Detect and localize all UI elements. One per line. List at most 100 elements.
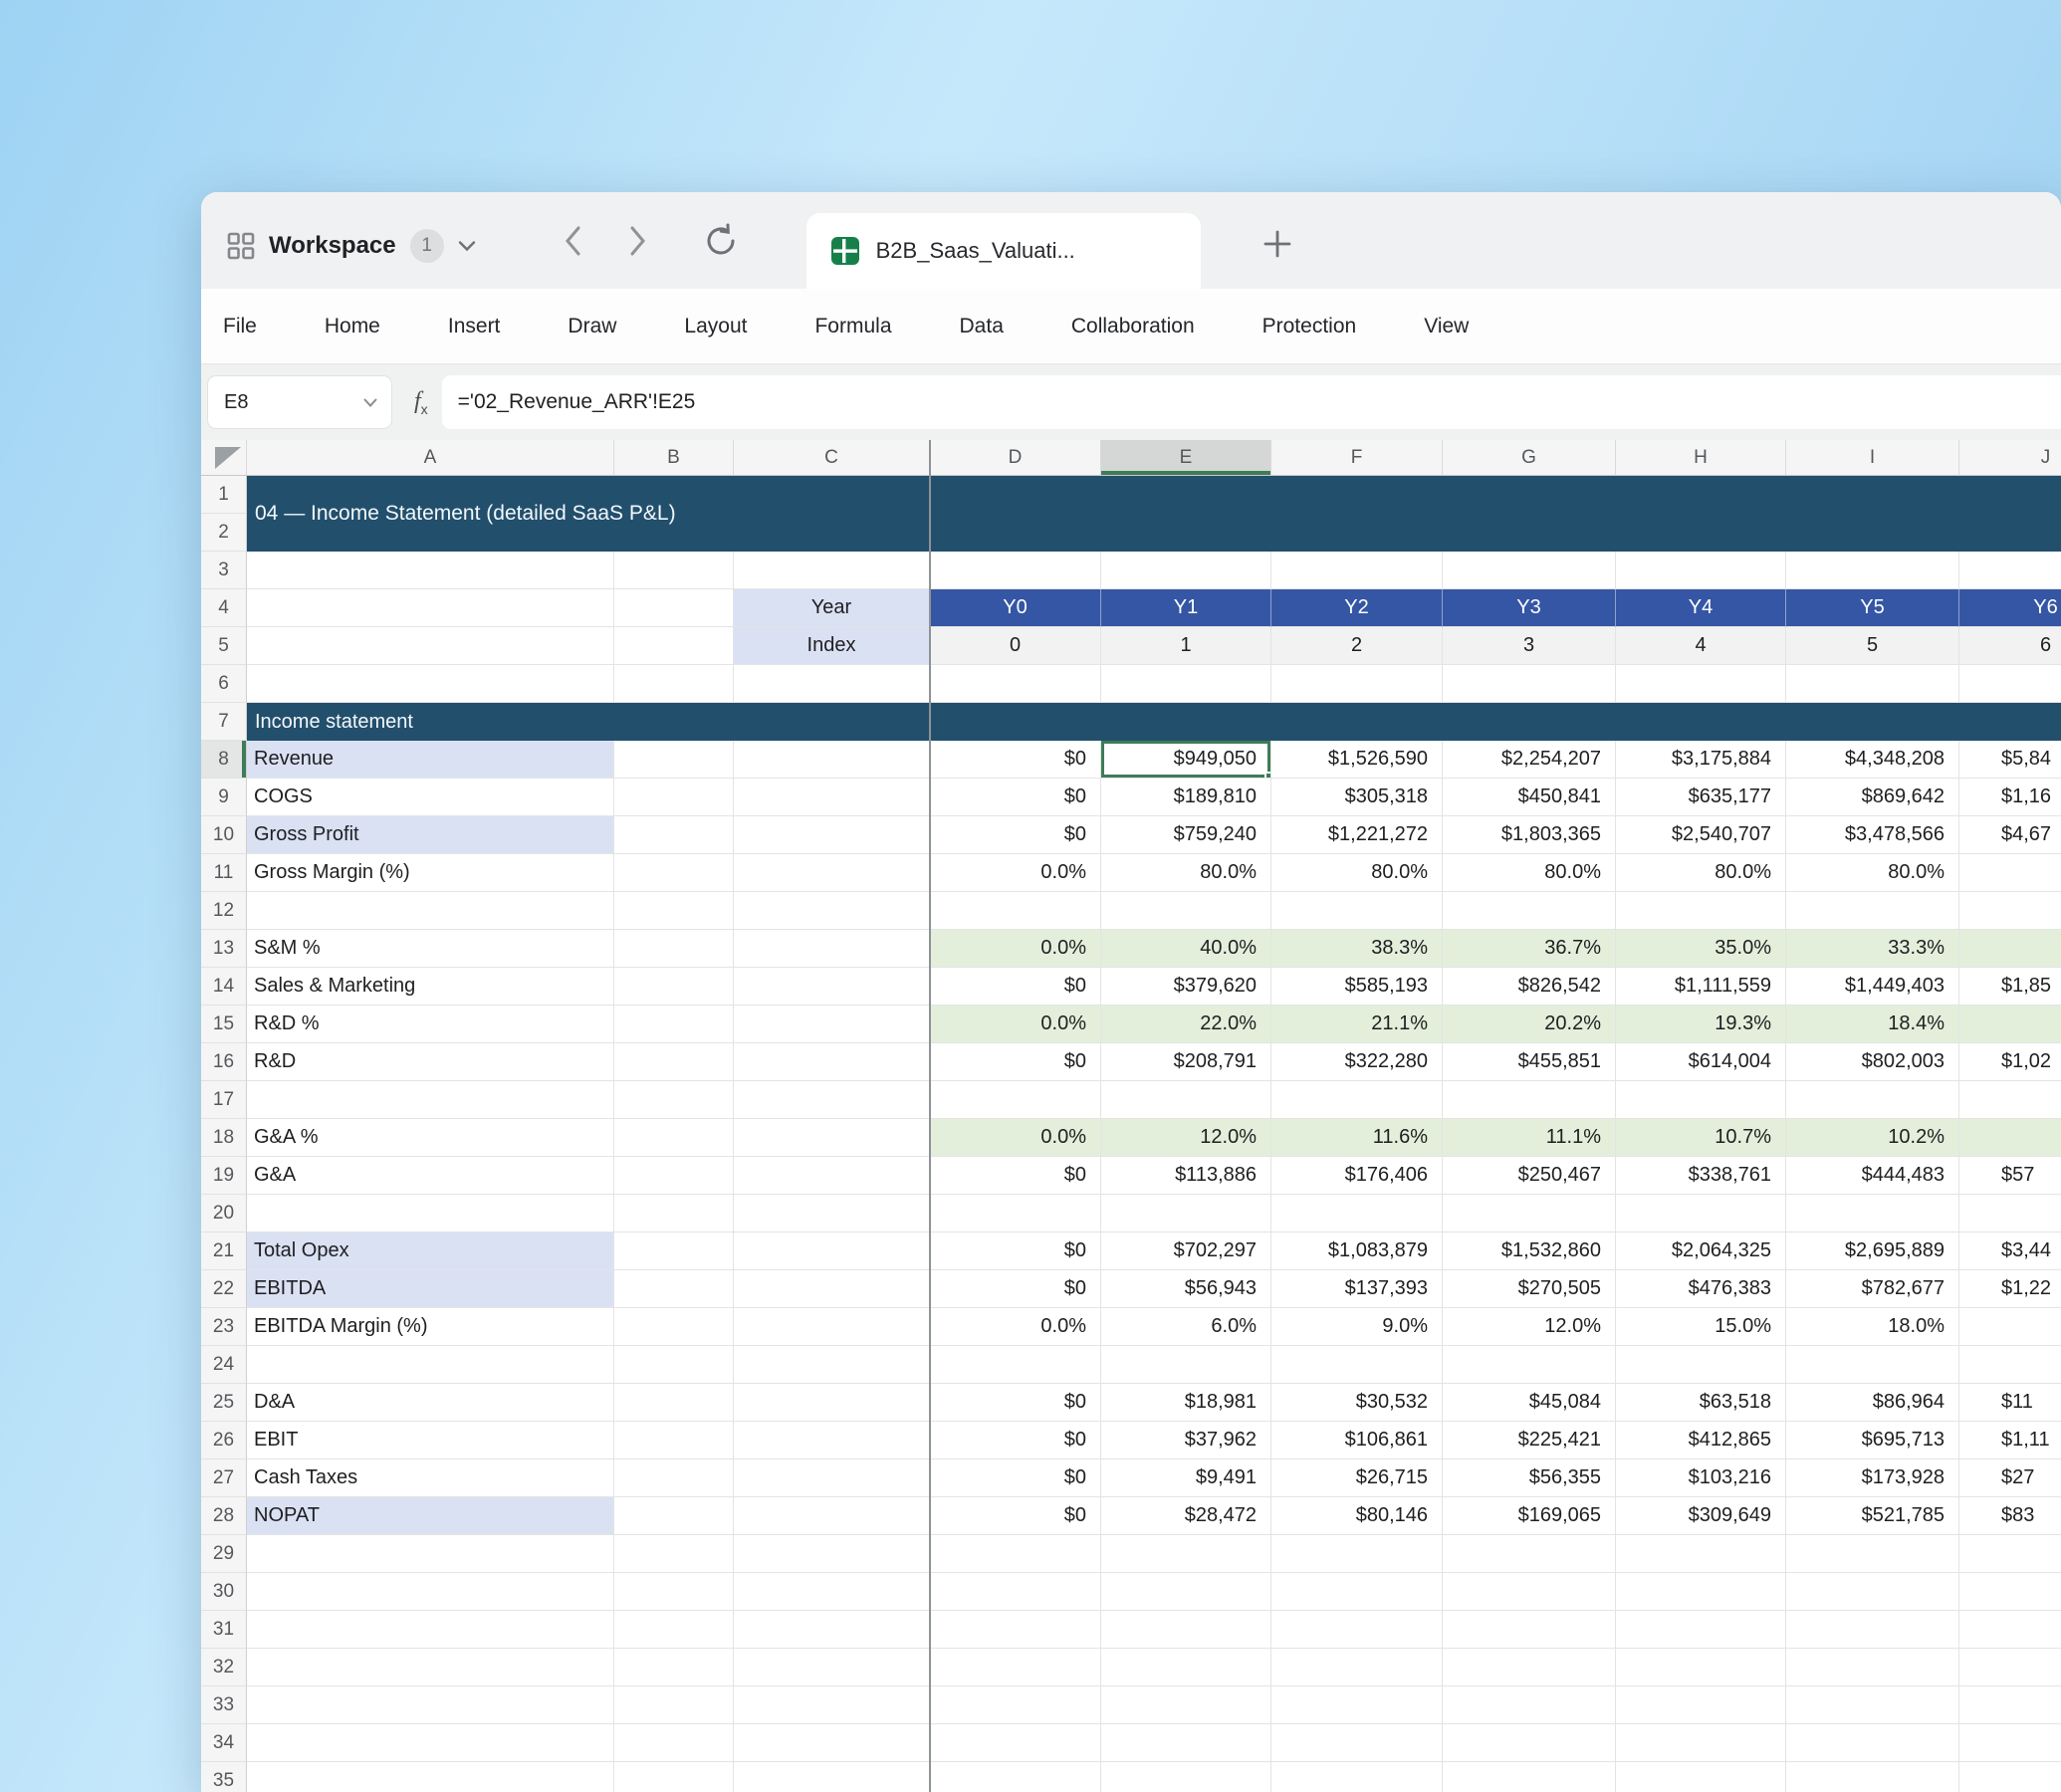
- cell-D23[interactable]: 0.0%: [930, 1308, 1101, 1346]
- cell-F29[interactable]: [1271, 1535, 1443, 1573]
- cell-F33[interactable]: [1271, 1686, 1443, 1724]
- row-header-15[interactable]: 15: [201, 1006, 247, 1043]
- cell-C34[interactable]: [734, 1724, 930, 1762]
- cell-J11[interactable]: [1959, 854, 2061, 892]
- cell-C16[interactable]: [734, 1043, 930, 1081]
- cell-F18[interactable]: 11.6%: [1271, 1119, 1443, 1157]
- cell-I21[interactable]: $2,695,889: [1786, 1232, 1959, 1270]
- cell-A24[interactable]: [247, 1346, 614, 1384]
- cell-C12[interactable]: [734, 892, 930, 930]
- cell-I18[interactable]: 10.2%: [1786, 1119, 1959, 1157]
- cell-E15[interactable]: 22.0%: [1101, 1006, 1271, 1043]
- cell-E27[interactable]: $9,491: [1101, 1459, 1271, 1497]
- row-header-28[interactable]: 28: [201, 1497, 247, 1535]
- cell-B10[interactable]: [614, 816, 734, 854]
- cell-H3[interactable]: [1616, 552, 1786, 589]
- column-header-C[interactable]: C: [734, 440, 930, 476]
- cell-G4[interactable]: Y3: [1443, 589, 1616, 627]
- cell-G24[interactable]: [1443, 1346, 1616, 1384]
- cell-A4[interactable]: [247, 589, 614, 627]
- cell-E17[interactable]: [1101, 1081, 1271, 1119]
- cell-H20[interactable]: [1616, 1195, 1786, 1232]
- cell-H9[interactable]: $635,177: [1616, 779, 1786, 816]
- cell-H23[interactable]: 15.0%: [1616, 1308, 1786, 1346]
- cell-J3[interactable]: [1959, 552, 2061, 589]
- cell-G6[interactable]: [1443, 665, 1616, 703]
- cell-A33[interactable]: [247, 1686, 614, 1724]
- cell-A22[interactable]: EBITDA: [247, 1270, 614, 1308]
- name-box[interactable]: E8: [207, 375, 392, 429]
- cell-G25[interactable]: $45,084: [1443, 1384, 1616, 1422]
- cell-E26[interactable]: $37,962: [1101, 1422, 1271, 1459]
- cell-I8[interactable]: $4,348,208: [1786, 741, 1959, 779]
- cell-D19[interactable]: $0: [930, 1157, 1101, 1195]
- row-header-10[interactable]: 10: [201, 816, 247, 854]
- cell-B20[interactable]: [614, 1195, 734, 1232]
- cell-D27[interactable]: $0: [930, 1459, 1101, 1497]
- cell-D35[interactable]: [930, 1762, 1101, 1792]
- cell-B16[interactable]: [614, 1043, 734, 1081]
- cell-J17[interactable]: [1959, 1081, 2061, 1119]
- cell-H11[interactable]: 80.0%: [1616, 854, 1786, 892]
- cell-D17[interactable]: [930, 1081, 1101, 1119]
- cell-G34[interactable]: [1443, 1724, 1616, 1762]
- cell-C32[interactable]: [734, 1649, 930, 1686]
- cell-A32[interactable]: [247, 1649, 614, 1686]
- cell-C21[interactable]: [734, 1232, 930, 1270]
- cell-H12[interactable]: [1616, 892, 1786, 930]
- cell-I27[interactable]: $173,928: [1786, 1459, 1959, 1497]
- cell-C24[interactable]: [734, 1346, 930, 1384]
- cell-B18[interactable]: [614, 1119, 734, 1157]
- column-header-I[interactable]: I: [1786, 440, 1959, 476]
- back-button[interactable]: [564, 225, 583, 257]
- cell-D29[interactable]: [930, 1535, 1101, 1573]
- menu-draw[interactable]: Draw: [568, 315, 616, 338]
- column-header-E[interactable]: E: [1101, 440, 1271, 476]
- cell-A6[interactable]: [247, 665, 614, 703]
- cell-G18[interactable]: 11.1%: [1443, 1119, 1616, 1157]
- cell-H5[interactable]: 4: [1616, 627, 1786, 665]
- row-header-33[interactable]: 33: [201, 1686, 247, 1724]
- row-header-8[interactable]: 8: [201, 741, 247, 779]
- cell-G29[interactable]: [1443, 1535, 1616, 1573]
- menu-view[interactable]: View: [1424, 315, 1469, 338]
- row-header-2[interactable]: 2: [201, 514, 247, 552]
- cell-A9[interactable]: COGS: [247, 779, 614, 816]
- cell-I14[interactable]: $1,449,403: [1786, 968, 1959, 1006]
- cell-H28[interactable]: $309,649: [1616, 1497, 1786, 1535]
- cell-F28[interactable]: $80,146: [1271, 1497, 1443, 1535]
- cell-D10[interactable]: $0: [930, 816, 1101, 854]
- row-header-26[interactable]: 26: [201, 1422, 247, 1459]
- cell-G11[interactable]: 80.0%: [1443, 854, 1616, 892]
- cell-B8[interactable]: [614, 741, 734, 779]
- cell-I31[interactable]: [1786, 1611, 1959, 1649]
- cell-B9[interactable]: [614, 779, 734, 816]
- workspace-switcher[interactable]: Workspace 1: [227, 229, 476, 263]
- row-header-1[interactable]: 1: [201, 476, 247, 514]
- cell-J26[interactable]: $1,11: [1959, 1422, 2061, 1459]
- cell-E21[interactable]: $702,297: [1101, 1232, 1271, 1270]
- cell-I34[interactable]: [1786, 1724, 1959, 1762]
- row-header-30[interactable]: 30: [201, 1573, 247, 1611]
- row-header-16[interactable]: 16: [201, 1043, 247, 1081]
- cell-C25[interactable]: [734, 1384, 930, 1422]
- cell-G33[interactable]: [1443, 1686, 1616, 1724]
- cell-F4[interactable]: Y2: [1271, 589, 1443, 627]
- menu-formula[interactable]: Formula: [814, 315, 891, 338]
- cell-C28[interactable]: [734, 1497, 930, 1535]
- row-header-27[interactable]: 27: [201, 1459, 247, 1497]
- cell-J25[interactable]: $11: [1959, 1384, 2061, 1422]
- cell-I20[interactable]: [1786, 1195, 1959, 1232]
- cell-F27[interactable]: $26,715: [1271, 1459, 1443, 1497]
- menu-layout[interactable]: Layout: [684, 315, 747, 338]
- cell-C15[interactable]: [734, 1006, 930, 1043]
- cell-D32[interactable]: [930, 1649, 1101, 1686]
- cell-C5[interactable]: Index: [734, 627, 930, 665]
- cell-C19[interactable]: [734, 1157, 930, 1195]
- cell-I16[interactable]: $802,003: [1786, 1043, 1959, 1081]
- cell-B14[interactable]: [614, 968, 734, 1006]
- cell-E14[interactable]: $379,620: [1101, 968, 1271, 1006]
- cell-B6[interactable]: [614, 665, 734, 703]
- cell-G32[interactable]: [1443, 1649, 1616, 1686]
- cell-C14[interactable]: [734, 968, 930, 1006]
